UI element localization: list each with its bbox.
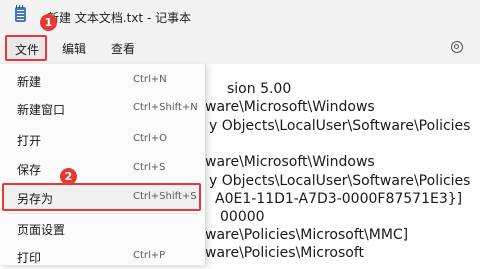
menu-item-shortcut: Ctrl+N: [133, 74, 167, 85]
editor-line: ware\Microsoft\Windows: [205, 154, 375, 170]
menu-view[interactable]: 查看: [111, 40, 135, 57]
editor-line: ware\Policies\Microsoft: [205, 245, 365, 261]
menu-item-label: 新建: [17, 75, 42, 89]
menu-edit[interactable]: 编辑: [62, 40, 86, 57]
menu-item-label: 打印: [17, 251, 42, 265]
menu-item-label: 新建窗口: [17, 103, 66, 117]
step-badge-1: 1: [40, 14, 57, 31]
menu-file-label: 文件: [15, 43, 40, 57]
menu-item-label: 保存: [17, 163, 42, 177]
menu-item-shortcut: Ctrl+O: [133, 133, 168, 144]
menu-item-label: 打开: [17, 134, 42, 148]
menu-file[interactable]: 文件: [5, 35, 47, 61]
menu-item-label: 页面设置: [17, 223, 66, 237]
editor-line: 00000: [220, 209, 265, 225]
menu-item-print[interactable]: 打印 Ctrl+P: [0, 243, 205, 269]
editor-line: sion 5.00: [227, 81, 292, 97]
editor-line: ware\Microsoft\Windows: [205, 99, 375, 115]
menu-divider: [8, 213, 198, 214]
menu-item-shortcut: Ctrl+Shift+S: [133, 191, 197, 202]
menu-item-new-window[interactable]: 新建窗口 Ctrl+Shift+N: [0, 95, 205, 121]
menu-item-label: 另存为: [17, 192, 54, 206]
editor-line: y Objects\LocalUser\Software\Policies: [209, 173, 471, 189]
menu-item-save-as[interactable]: 另存为 Ctrl+Shift+S: [0, 184, 205, 210]
editor-line: y Objects\LocalUser\Software\Policies: [209, 118, 471, 134]
menu-item-open[interactable]: 打开 Ctrl+O: [0, 126, 205, 152]
menu-item-new[interactable]: 新建 Ctrl+N: [0, 67, 205, 93]
menu-item-page-setup[interactable]: 页面设置: [0, 215, 205, 241]
window-title: 新建 文本文档.txt - 记事本: [47, 11, 192, 25]
step-badge-2: 2: [60, 168, 77, 185]
editor-line: ware\Policies\Microsoft\MMC]: [205, 227, 409, 243]
menu-item-save[interactable]: 保存 Ctrl+S: [0, 155, 205, 181]
notepad-icon: [15, 5, 26, 22]
editor-line: A0E1-11D1-A7D3-0000F87571E3}]: [215, 191, 463, 207]
menu-item-shortcut: Ctrl+S: [133, 162, 166, 173]
menu-item-shortcut: Ctrl+Shift+N: [133, 102, 198, 113]
menu-item-shortcut: Ctrl+P: [133, 250, 166, 261]
gear-icon[interactable]: [451, 41, 463, 53]
